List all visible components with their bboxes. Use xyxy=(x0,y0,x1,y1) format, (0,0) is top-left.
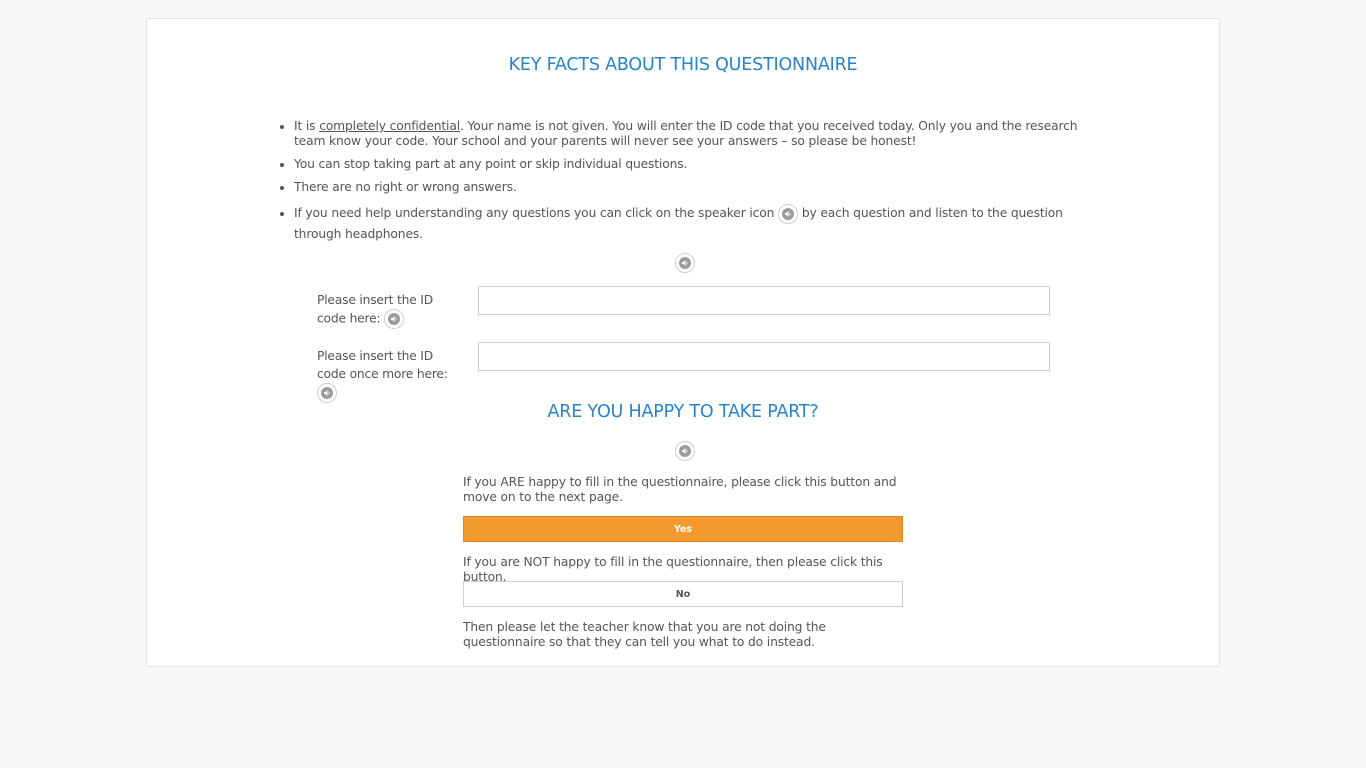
id-code-input[interactable] xyxy=(478,286,1050,315)
page-title: KEY FACTS ABOUT THIS QUESTIONNAIRE xyxy=(508,55,858,75)
key-facts-list: It is completely confidential. Your name… xyxy=(278,119,1104,252)
fact-no-right-wrong: There are no right or wrong answers. xyxy=(294,180,1104,195)
yes-instructions: If you ARE happy to fill in the question… xyxy=(463,475,897,504)
fact-confidential: It is completely confidential. Your name… xyxy=(294,119,1104,149)
speaker-icon[interactable] xyxy=(675,253,695,273)
fact-speaker-before: If you need help understanding any quest… xyxy=(294,206,775,220)
no-button[interactable]: No xyxy=(463,581,903,607)
id-code-confirm-input[interactable] xyxy=(478,342,1050,371)
id-code-confirm-label-text: Please insert the ID code once more here… xyxy=(317,349,448,381)
yes-button[interactable]: Yes xyxy=(463,516,903,542)
id-code-label: Please insert the ID code here: xyxy=(317,291,465,329)
consent-title: ARE YOU HAPPY TO TAKE PART? xyxy=(547,402,819,422)
speaker-icon[interactable] xyxy=(778,203,799,224)
questionnaire-card: KEY FACTS ABOUT THIS QUESTIONNAIRE It is… xyxy=(146,18,1220,667)
teacher-instructions: Then please let the teacher know that yo… xyxy=(463,620,826,649)
speaker-icon[interactable] xyxy=(675,441,695,461)
speaker-icon[interactable] xyxy=(317,383,337,403)
fact-confidential-emphasis: completely confidential xyxy=(319,119,460,133)
fact-confidential-prefix: It is xyxy=(294,119,320,133)
id-code-label-text: Please insert the ID code here: xyxy=(317,293,433,326)
id-code-confirm-label: Please insert the ID code once more here… xyxy=(317,347,465,403)
fact-speaker-help: If you need help understanding any quest… xyxy=(294,203,1104,244)
fact-stop-anytime: You can stop taking part at any point or… xyxy=(294,157,1104,172)
speaker-icon[interactable] xyxy=(384,309,405,329)
